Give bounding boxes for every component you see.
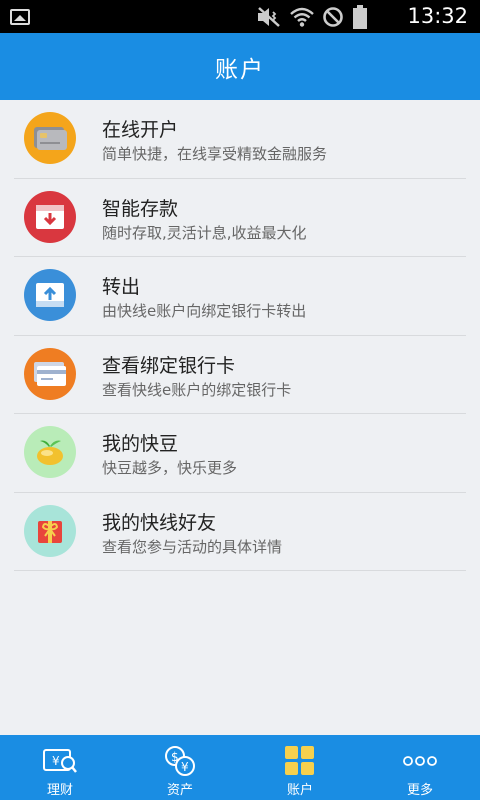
clock: 13:32 [407, 4, 468, 28]
menu-item-title: 转出 [102, 276, 141, 298]
menu-item-subtitle: 查看您参与活动的具体详情 [102, 537, 283, 556]
account-grid-icon [282, 743, 318, 779]
menu-item-title: 我的快豆 [102, 433, 179, 455]
bottom-nav: ¥ 理财 $ ¥ 资产 账户 更多 [0, 735, 480, 800]
page-title: 账户 [215, 56, 265, 83]
app-header: 账户 [0, 33, 480, 100]
svg-text:¥: ¥ [52, 754, 60, 768]
menu-item-view-bank-card[interactable]: 查看绑定银行卡 查看快线e账户的绑定银行卡 [14, 336, 466, 414]
svg-text:¥: ¥ [181, 760, 189, 774]
menu-item-title: 在线开户 [102, 119, 179, 141]
more-icon [402, 743, 438, 779]
menu-item-my-friends[interactable]: 我的快线好友 查看您参与活动的具体详情 [14, 493, 466, 571]
deposit-icon [24, 190, 76, 243]
menu-item-subtitle: 简单快捷，在线享受精致金融服务 [102, 145, 328, 163]
nav-tab-account[interactable]: 账户 [240, 735, 360, 800]
menu-item-title: 我的快线好友 [102, 511, 217, 534]
menu-item-my-beans[interactable]: 我的快豆 快豆越多，快乐更多 [14, 414, 466, 493]
menu-item-title: 查看绑定银行卡 [102, 354, 236, 377]
menu-item-open-account[interactable]: 在线开户 简单快捷，在线享受精致金融服务 [14, 100, 466, 179]
battery-icon [353, 4, 367, 29]
menu-item-subtitle: 由快线e账户向绑定银行卡转出 [102, 302, 307, 320]
status-icons [256, 4, 368, 29]
menu-item-transfer-out[interactable]: 转出 由快线e账户向绑定银行卡转出 [14, 257, 466, 336]
menu-item-subtitle: 查看快线e账户的绑定银行卡 [102, 380, 292, 399]
bean-icon [24, 426, 76, 478]
no-sim-icon [323, 6, 343, 27]
transfer-out-icon [24, 269, 76, 321]
assets-icon: $ ¥ [162, 743, 198, 779]
gallery-notification-icon [10, 9, 30, 25]
nav-tab-assets[interactable]: $ ¥ 资产 [120, 735, 240, 800]
nav-tab-label: 资产 [166, 783, 193, 798]
nav-tab-label: 更多 [406, 783, 433, 798]
nav-tab-finance[interactable]: ¥ 理财 [0, 735, 120, 800]
gift-icon [24, 504, 76, 557]
card-icon [24, 112, 76, 164]
menu-item-title: 智能存款 [102, 197, 179, 220]
nav-tab-label: 账户 [286, 783, 313, 798]
nav-tab-label: 理财 [46, 783, 73, 798]
bank-card-icon [24, 347, 76, 400]
mute-vibrate-icon [258, 6, 280, 27]
menu-item-subtitle: 随时存取,灵活计息,收益最大化 [102, 223, 307, 242]
nav-tab-more[interactable]: 更多 [360, 735, 480, 800]
finance-icon: ¥ [42, 743, 78, 779]
status-bar: 13:32 [0, 0, 480, 33]
menu-item-subtitle: 快豆越多，快乐更多 [102, 459, 238, 477]
wifi-icon [290, 7, 314, 27]
account-menu-list: 在线开户 简单快捷，在线享受精致金融服务 智能存款 随时存取,灵活计息,收益最大… [0, 100, 480, 571]
menu-item-smart-deposit[interactable]: 智能存款 随时存取,灵活计息,收益最大化 [14, 179, 466, 257]
